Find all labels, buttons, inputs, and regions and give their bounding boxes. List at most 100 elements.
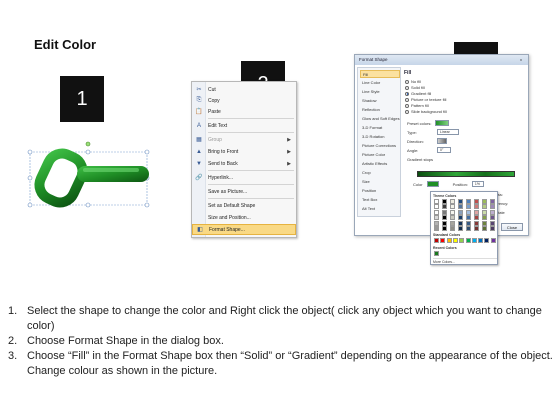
theme-color-swatch[interactable]	[482, 220, 487, 226]
theme-color-swatch[interactable]	[458, 204, 463, 210]
close-button[interactable]: Close	[501, 223, 523, 231]
radio-slide-background-fill[interactable]: Slide background fill	[405, 109, 447, 114]
menu-item-set-default-shape[interactable]: Set as Default Shape	[192, 200, 296, 211]
theme-color-swatch[interactable]	[474, 199, 479, 204]
theme-color-swatch[interactable]	[474, 215, 479, 221]
theme-color-swatch[interactable]	[474, 204, 479, 210]
radio-pattern-fill[interactable]: Pattern fill	[405, 103, 429, 108]
radio-gradient-fill[interactable]: Gradient fill	[405, 91, 431, 96]
theme-color-swatch[interactable]	[434, 226, 439, 231]
theme-color-swatch[interactable]	[434, 215, 439, 221]
theme-color-swatch[interactable]	[466, 215, 471, 221]
menu-item-send-to-back[interactable]: ▼ Send to Back ▶	[192, 158, 296, 169]
theme-color-swatch[interactable]	[434, 199, 439, 204]
menu-item-group[interactable]: ▦ Group ▶	[192, 134, 296, 145]
preset-colors-dropdown[interactable]	[435, 120, 450, 126]
more-colors-link[interactable]: More Colors...	[433, 258, 497, 264]
nav-item-3d-rotation[interactable]: 3-D Rotation	[360, 133, 400, 141]
theme-color-swatch[interactable]	[482, 226, 487, 231]
type-dropdown[interactable]: Linear	[437, 129, 459, 135]
nav-item-glow[interactable]: Glow and Soft Edges	[360, 115, 400, 123]
theme-color-swatch[interactable]	[442, 226, 447, 231]
theme-color-swatch[interactable]	[458, 220, 463, 226]
theme-color-swatch[interactable]	[442, 199, 447, 204]
menu-item-paste[interactable]: 📋 Paste	[192, 106, 296, 117]
theme-color-swatch[interactable]	[482, 204, 487, 210]
theme-color-swatch[interactable]	[458, 226, 463, 231]
nav-item-fill[interactable]: Fill	[360, 70, 400, 78]
standard-color-swatch[interactable]	[478, 238, 484, 243]
theme-color-swatch[interactable]	[458, 199, 463, 204]
nav-item-size[interactable]: Size	[360, 178, 400, 186]
theme-color-swatch[interactable]	[474, 209, 479, 215]
theme-color-swatch[interactable]	[442, 215, 447, 221]
standard-color-swatch[interactable]	[452, 238, 458, 243]
recent-color-swatch[interactable]	[434, 251, 439, 256]
chain-link-shape[interactable]	[25, 140, 175, 215]
nav-item-text-box[interactable]: Text Box	[360, 196, 400, 204]
theme-color-swatch[interactable]	[490, 226, 495, 231]
theme-color-swatch[interactable]	[434, 209, 439, 215]
nav-item-picture-corrections[interactable]: Picture Corrections	[360, 142, 400, 150]
theme-color-swatch[interactable]	[466, 220, 471, 226]
theme-color-swatch[interactable]	[482, 215, 487, 221]
theme-color-swatch[interactable]	[450, 226, 455, 231]
direction-dropdown[interactable]	[437, 138, 447, 144]
standard-color-swatch[interactable]	[459, 238, 465, 243]
standard-color-swatch[interactable]	[484, 238, 490, 243]
theme-color-swatch[interactable]	[490, 204, 495, 210]
radio-no-fill[interactable]: No fill	[405, 79, 421, 84]
theme-color-swatch[interactable]	[442, 209, 447, 215]
menu-item-hyperlink[interactable]: 🔗 Hyperlink...	[192, 172, 296, 183]
theme-color-swatch[interactable]	[482, 209, 487, 215]
standard-color-swatch[interactable]	[434, 238, 439, 243]
nav-item-artistic-effects[interactable]: Artistic Effects	[360, 160, 400, 168]
theme-color-swatch[interactable]	[450, 204, 455, 210]
standard-color-swatch[interactable]	[440, 238, 446, 243]
standard-color-swatch[interactable]	[471, 238, 477, 243]
menu-item-edit-text[interactable]: A Edit Text	[192, 120, 296, 131]
nav-item-line-color[interactable]: Line Color	[360, 79, 400, 87]
nav-item-alt-text[interactable]: Alt Text	[360, 205, 400, 213]
theme-color-swatch[interactable]	[490, 209, 495, 215]
theme-color-swatch[interactable]	[482, 199, 487, 204]
theme-color-swatch[interactable]	[466, 199, 471, 204]
color-picker-button[interactable]	[426, 181, 439, 187]
theme-color-swatch[interactable]	[442, 220, 447, 226]
nav-item-position[interactable]: Position	[360, 187, 400, 195]
menu-item-cut[interactable]: ✂ Cut	[192, 84, 296, 95]
theme-color-swatch[interactable]	[466, 226, 471, 231]
close-icon[interactable]: x	[517, 57, 525, 63]
theme-color-swatch[interactable]	[466, 204, 471, 210]
nav-item-reflection[interactable]: Reflection	[360, 106, 400, 114]
theme-color-swatch[interactable]	[466, 209, 471, 215]
nav-item-picture-color[interactable]: Picture Color	[360, 151, 400, 159]
theme-color-swatch[interactable]	[442, 204, 447, 210]
theme-color-swatch[interactable]	[490, 220, 495, 226]
menu-item-copy[interactable]: ⎘ Copy	[192, 95, 296, 106]
theme-color-swatch[interactable]	[490, 215, 495, 221]
theme-color-swatch[interactable]	[450, 209, 455, 215]
nav-item-crop[interactable]: Crop	[360, 169, 400, 177]
menu-item-size-position[interactable]: Size and Position...	[192, 212, 296, 223]
theme-color-swatch[interactable]	[450, 215, 455, 221]
theme-color-swatch[interactable]	[450, 199, 455, 204]
theme-color-swatch[interactable]	[474, 220, 479, 226]
angle-input[interactable]: 0°	[437, 147, 451, 153]
radio-solid-fill[interactable]: Solid fill	[405, 85, 425, 90]
theme-color-swatch[interactable]	[458, 215, 463, 221]
theme-color-swatch[interactable]	[490, 199, 495, 204]
radio-picture-fill[interactable]: Picture or texture fill	[405, 97, 446, 102]
standard-color-swatch[interactable]	[446, 238, 452, 243]
nav-item-3d-format[interactable]: 3-D Format	[360, 124, 400, 132]
menu-item-format-shape[interactable]: ◧ Format Shape...	[192, 224, 296, 235]
standard-color-swatch[interactable]	[465, 238, 471, 243]
theme-color-swatch[interactable]	[434, 204, 439, 210]
theme-color-swatch[interactable]	[458, 209, 463, 215]
theme-color-swatch[interactable]	[434, 220, 439, 226]
theme-color-swatch[interactable]	[474, 226, 479, 231]
nav-item-shadow[interactable]: Shadow	[360, 97, 400, 105]
menu-item-save-as-picture[interactable]: Save as Picture...	[192, 186, 296, 197]
standard-color-swatch[interactable]	[490, 238, 496, 243]
theme-color-swatch[interactable]	[450, 220, 455, 226]
